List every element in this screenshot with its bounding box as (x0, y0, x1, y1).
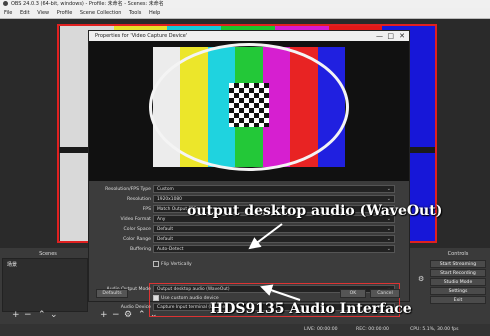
arrow-to-audio-output (248, 223, 283, 250)
annotation-arrows (248, 223, 301, 301)
arrow-to-audio-device (260, 284, 301, 301)
